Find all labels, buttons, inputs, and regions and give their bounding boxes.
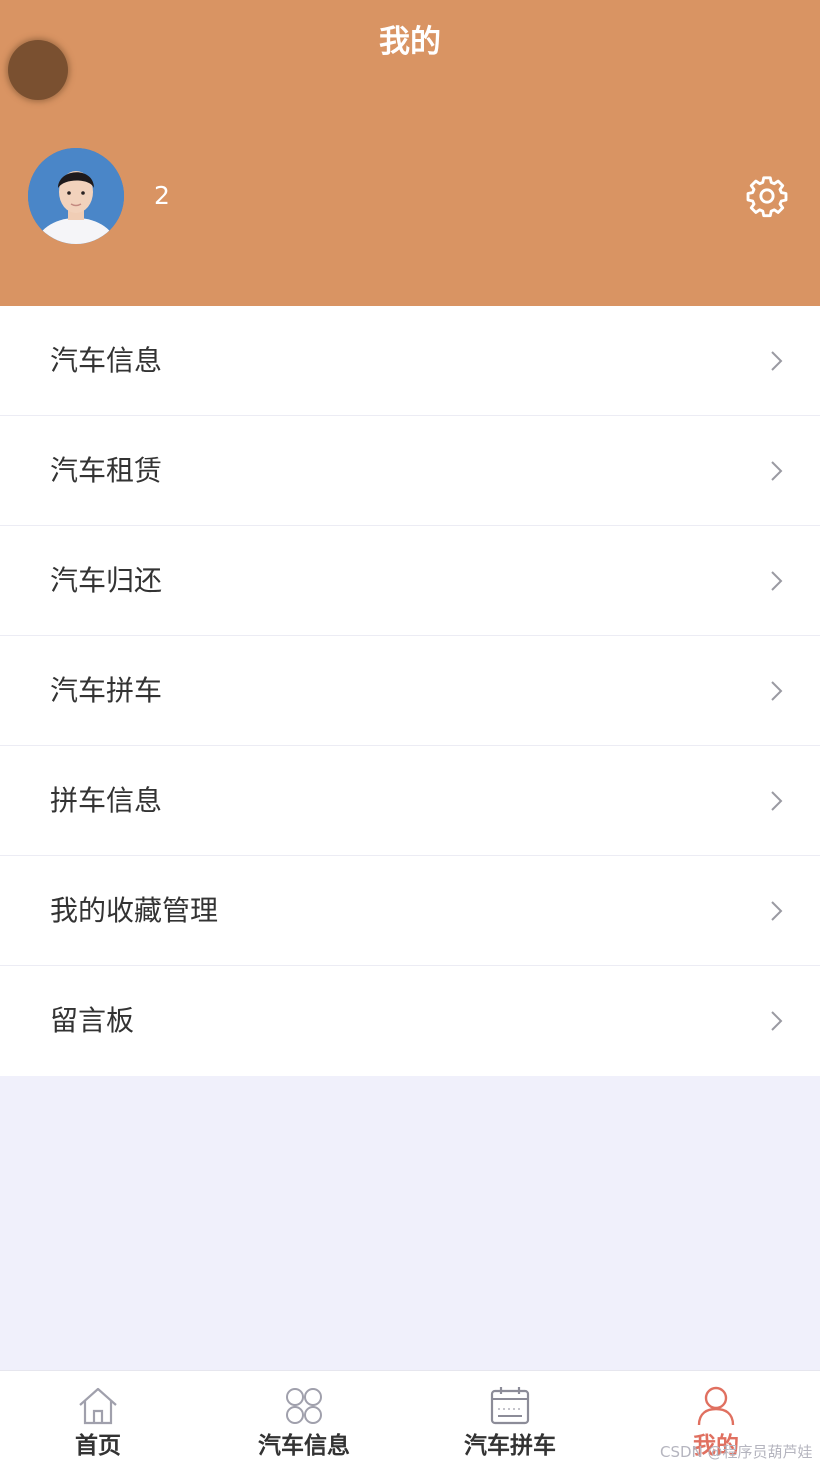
menu-item-label: 汽车归还 <box>50 564 163 597</box>
tab-label: 首页 <box>75 1433 121 1459</box>
chevron-right-icon <box>771 901 783 921</box>
grid-icon <box>286 1388 322 1424</box>
gear-icon <box>746 176 788 218</box>
avatar[interactable] <box>28 148 124 244</box>
chevron-right-icon <box>771 571 783 591</box>
chevron-right-icon <box>771 461 783 481</box>
chevron-right-icon <box>771 1011 783 1031</box>
chevron-right-icon <box>771 351 783 371</box>
floating-ball-button[interactable] <box>8 40 68 100</box>
settings-button[interactable] <box>744 173 790 219</box>
menu-item-label: 汽车租赁 <box>50 454 163 487</box>
page-title: 我的 <box>379 24 441 60</box>
username: 2 <box>154 181 170 210</box>
tab-carpool[interactable]: 汽车拼车 <box>412 1371 608 1468</box>
user-icon <box>697 1386 735 1426</box>
menu-item-label: 汽车信息 <box>50 344 163 377</box>
profile-header: 我的 2 <box>0 0 820 306</box>
my-profile-page: 我的 2 汽车信息 汽车租赁 汽车归还 汽车拼车 拼车信息 我的收藏管理 留言板… <box>0 0 820 1468</box>
menu-item-car-info[interactable]: 汽车信息 <box>0 306 820 416</box>
menu-item-label: 拼车信息 <box>50 784 163 817</box>
menu-item-message-board[interactable]: 留言板 <box>0 966 820 1076</box>
menu-list: 汽车信息 汽车租赁 汽车归还 汽车拼车 拼车信息 我的收藏管理 留言板 <box>0 306 820 1076</box>
menu-item-car-rental[interactable]: 汽车租赁 <box>0 416 820 526</box>
menu-item-label: 汽车拼车 <box>50 674 163 707</box>
home-icon <box>79 1387 117 1425</box>
avatar-photo <box>28 148 124 244</box>
tab-car-info[interactable]: 汽车信息 <box>206 1371 402 1468</box>
chevron-right-icon <box>771 681 783 701</box>
menu-item-carpool-info[interactable]: 拼车信息 <box>0 746 820 856</box>
calendar-icon <box>490 1387 530 1425</box>
watermark: CSDN @程序员葫芦娃 <box>660 1443 813 1461</box>
chevron-right-icon <box>771 791 783 811</box>
tab-label: 汽车信息 <box>258 1433 350 1459</box>
tab-home[interactable]: 首页 <box>0 1371 196 1468</box>
menu-item-favorites[interactable]: 我的收藏管理 <box>0 856 820 966</box>
menu-item-carpool[interactable]: 汽车拼车 <box>0 636 820 746</box>
menu-item-label: 留言板 <box>50 1004 135 1037</box>
tab-label: 汽车拼车 <box>464 1433 556 1459</box>
menu-item-label: 我的收藏管理 <box>50 894 219 927</box>
menu-item-car-return[interactable]: 汽车归还 <box>0 526 820 636</box>
